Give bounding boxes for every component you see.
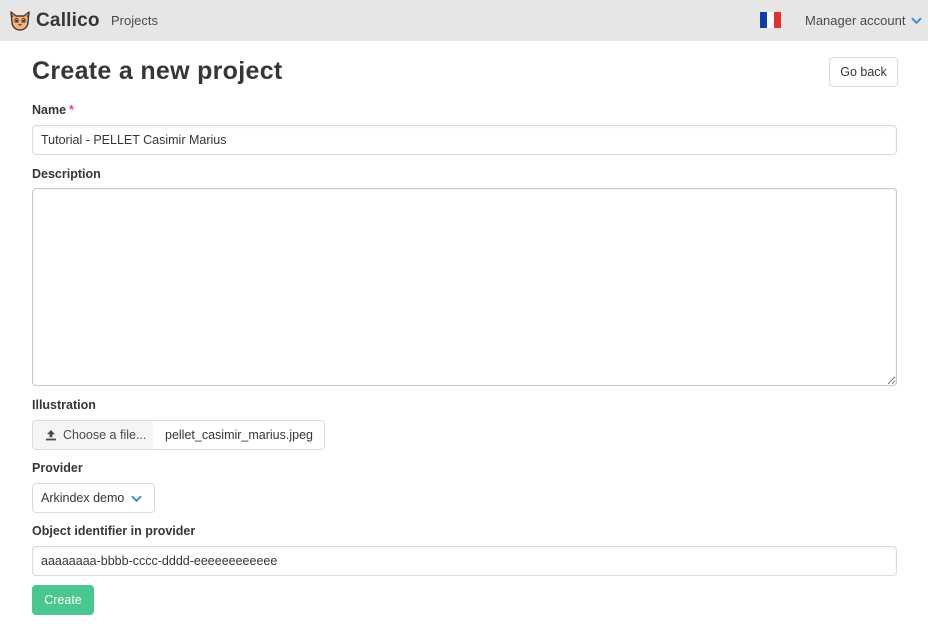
- object-id-input[interactable]: [32, 546, 897, 576]
- name-label-text: Name: [32, 103, 67, 117]
- provider-label: Provider: [32, 461, 83, 475]
- name-label: Name *: [32, 102, 74, 118]
- account-label: Manager account: [805, 13, 906, 28]
- provider-selected-value: Arkindex demo: [41, 491, 125, 505]
- brand-link[interactable]: Callico: [8, 8, 100, 34]
- object-id-label: Object identifier in provider: [32, 524, 196, 538]
- go-back-button[interactable]: Go back: [829, 57, 898, 87]
- illustration-label: Illustration: [32, 398, 96, 412]
- top-navbar: Callico Projects Manager account: [0, 0, 928, 41]
- file-name-display: pellet_casimir_marius.jpeg: [153, 420, 325, 450]
- create-button[interactable]: Create: [32, 585, 94, 615]
- description-label: Description: [32, 167, 101, 181]
- provider-select[interactable]: Arkindex demo: [32, 483, 155, 513]
- chevron-down-icon: [911, 17, 922, 24]
- chevron-down-icon: [131, 495, 142, 502]
- name-input[interactable]: [32, 125, 897, 155]
- description-textarea[interactable]: [32, 188, 897, 386]
- choose-file-button[interactable]: Choose a file...: [32, 420, 154, 450]
- cat-logo-icon: [10, 11, 30, 31]
- nav-projects-link[interactable]: Projects: [111, 13, 158, 28]
- french-flag-icon[interactable]: [760, 12, 781, 28]
- choose-file-label: Choose a file...: [63, 428, 147, 442]
- page-title: Create a new project: [32, 57, 283, 85]
- upload-icon: [46, 430, 56, 441]
- required-marker: *: [69, 103, 74, 117]
- brand-name: Callico: [36, 10, 100, 31]
- account-menu[interactable]: Manager account: [805, 13, 922, 28]
